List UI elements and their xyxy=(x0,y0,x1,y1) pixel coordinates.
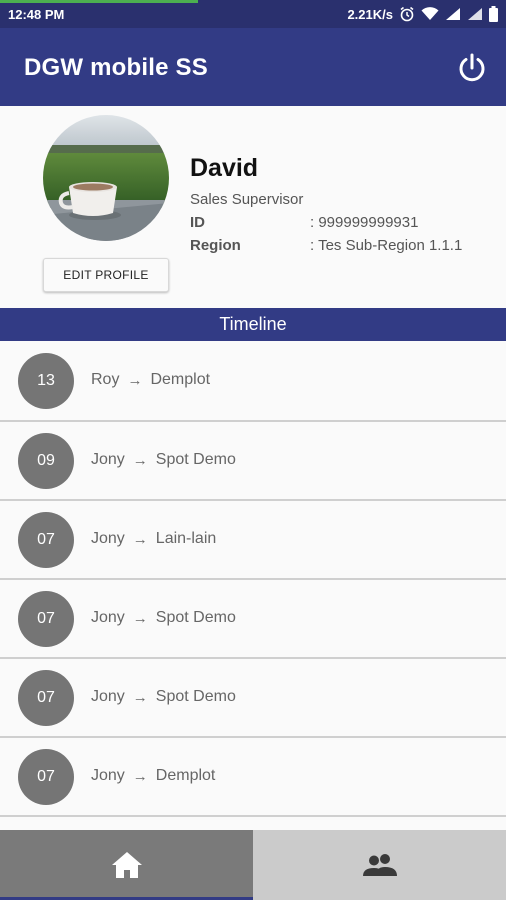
arrow-right-icon: → xyxy=(132,451,148,469)
day-badge: 07 xyxy=(18,670,74,726)
timeline-item-text: Jony → Spot Demo xyxy=(91,688,236,706)
day-badge: 13 xyxy=(18,353,74,409)
status-bar: 12:48 PM 2.21K/s xyxy=(0,0,506,28)
wifi-icon xyxy=(421,7,439,20)
edit-profile-button[interactable]: EDIT PROFILE xyxy=(43,258,169,292)
timeline-item[interactable]: 07 Jony → Demplot xyxy=(0,738,506,817)
status-time: 12:48 PM xyxy=(8,7,65,22)
nav-home-tab[interactable] xyxy=(0,830,253,900)
profile-photo xyxy=(43,115,169,241)
power-icon xyxy=(459,53,485,82)
timeline-item-text: Roy → Demplot xyxy=(91,371,210,389)
app-bar: DGW mobile SS xyxy=(0,28,506,106)
arrow-right-icon: → xyxy=(132,688,148,706)
timeline-item[interactable]: 07 Jony → Lain-lain xyxy=(0,501,506,580)
visit-user: Jony xyxy=(91,767,125,784)
visit-user: Jony xyxy=(91,530,125,547)
timeline-item[interactable]: 13 Roy → Demplot xyxy=(0,341,506,422)
visit-user: Jony xyxy=(91,451,125,468)
power-button[interactable] xyxy=(456,52,488,84)
arrow-right-icon: → xyxy=(132,609,148,627)
day-badge: 07 xyxy=(18,591,74,647)
nav-people-tab[interactable] xyxy=(253,830,506,900)
user-role: Sales Supervisor xyxy=(190,191,304,208)
visit-activity: Spot Demo xyxy=(155,451,236,468)
timeline-item[interactable]: 09 Jony → Spot Demo xyxy=(0,422,506,501)
visit-activity: Lain-lain xyxy=(155,530,217,547)
timeline-item[interactable]: 07 Jony → Spot Demo xyxy=(0,580,506,659)
visit-user: Jony xyxy=(91,688,125,705)
id-value: : 999999999931 xyxy=(310,214,419,231)
day-badge: 07 xyxy=(18,512,74,568)
id-label: ID xyxy=(190,214,205,231)
people-icon xyxy=(362,854,397,876)
timeline-item-text: Jony → Spot Demo xyxy=(91,451,236,469)
visit-activity: Demplot xyxy=(150,371,211,388)
page-load-progress xyxy=(0,0,198,3)
visit-activity: Demplot xyxy=(155,767,216,784)
arrow-right-icon: → xyxy=(132,767,148,785)
signal-icon xyxy=(468,8,482,20)
visit-activity: Spot Demo xyxy=(155,688,236,705)
battery-icon xyxy=(489,6,498,22)
arrow-right-icon: → xyxy=(127,371,143,389)
timeline-item-text: Jony → Spot Demo xyxy=(91,609,236,627)
profile-section: EDIT PROFILE David Sales Supervisor ID :… xyxy=(0,106,506,308)
signal-icon xyxy=(446,8,460,20)
timeline-item-text: Jony → Demplot xyxy=(91,767,215,785)
alarm-icon xyxy=(400,6,414,22)
user-name: David xyxy=(190,154,259,182)
visit-user: Jony xyxy=(91,609,125,626)
arrow-right-icon: → xyxy=(132,530,148,548)
region-label: Region xyxy=(190,237,241,254)
day-badge: 09 xyxy=(18,433,74,489)
status-icons: 2.21K/s xyxy=(347,6,498,22)
timeline-title: Timeline xyxy=(219,314,287,334)
home-icon xyxy=(111,852,142,878)
app-title: DGW mobile SS xyxy=(24,54,208,81)
timeline-list[interactable]: 13 Roy → Demplot 09 Jony → Spot Demo 07 … xyxy=(0,341,506,830)
timeline-item[interactable]: 07 Jony → Spot Demo xyxy=(0,659,506,738)
avatar[interactable] xyxy=(43,115,169,241)
timeline-header: Timeline xyxy=(0,308,506,341)
timeline-item-text: Jony → Lain-lain xyxy=(91,530,216,548)
bottom-navigation xyxy=(0,830,506,900)
region-value: : Tes Sub-Region 1.1.1 xyxy=(310,237,463,254)
network-speed: 2.21K/s xyxy=(347,6,393,22)
visit-user: Roy xyxy=(91,371,120,388)
visit-activity: Spot Demo xyxy=(155,609,236,626)
day-badge: 07 xyxy=(18,749,74,805)
